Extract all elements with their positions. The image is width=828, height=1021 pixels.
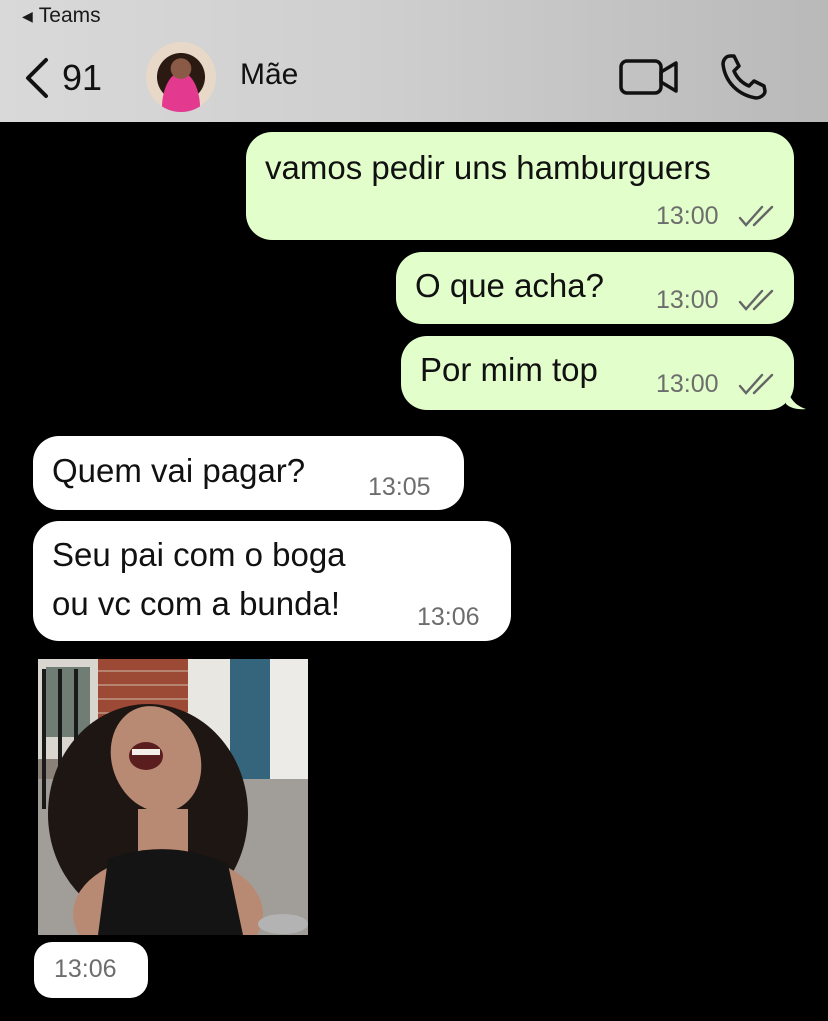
message-text-line-1: Seu pai com o boga	[52, 536, 346, 573]
message-bubble-incoming[interactable]: Quem vai pagar? 13:05	[33, 436, 464, 510]
bubble-tail	[786, 384, 806, 410]
image-time-pill: 13:06	[34, 942, 148, 998]
back-app-label: Teams	[38, 4, 101, 27]
status-back-link[interactable]: ◀ Teams	[22, 4, 101, 28]
message-time: 13:06	[417, 603, 480, 631]
message-time: 13:05	[368, 473, 431, 501]
message-bubble-outgoing[interactable]: Por mim top 13:00	[401, 336, 794, 410]
message-text: Por mim top	[420, 351, 598, 388]
chevron-left-icon	[26, 58, 48, 98]
message-bubble-incoming[interactable]: Seu pai com o boga ou vc com a bunda! 13…	[33, 521, 511, 641]
double-check-icon	[738, 205, 774, 227]
chat-header: ◀ Teams 91 Mãe	[0, 0, 828, 122]
message-bubble-outgoing[interactable]: O que acha? 13:00	[396, 252, 794, 324]
laughing-girl-photo	[38, 659, 308, 935]
message-time: 13:00	[656, 370, 719, 398]
message-text: vamos pedir uns hamburguers	[265, 149, 711, 186]
message-text: O que acha?	[415, 267, 604, 304]
message-text: Quem vai pagar?	[52, 452, 306, 489]
phone-icon[interactable]	[718, 52, 770, 102]
contact-name[interactable]: Mãe	[240, 58, 298, 92]
video-camera-icon[interactable]	[618, 56, 680, 98]
back-button[interactable]: 91	[22, 52, 102, 104]
message-time: 13:00	[656, 202, 719, 230]
message-time: 13:00	[656, 286, 719, 314]
image-message-photo[interactable]	[38, 659, 308, 935]
double-check-icon	[738, 373, 774, 395]
unread-count: 91	[62, 57, 103, 98]
back-triangle-icon: ◀	[22, 7, 33, 24]
contact-avatar[interactable]	[146, 42, 216, 112]
message-time: 13:06	[54, 955, 117, 983]
message-bubble-outgoing[interactable]: vamos pedir uns hamburguers 13:00	[246, 132, 794, 240]
double-check-icon	[738, 289, 774, 311]
message-text-line-2: ou vc com a bunda!	[52, 585, 341, 622]
